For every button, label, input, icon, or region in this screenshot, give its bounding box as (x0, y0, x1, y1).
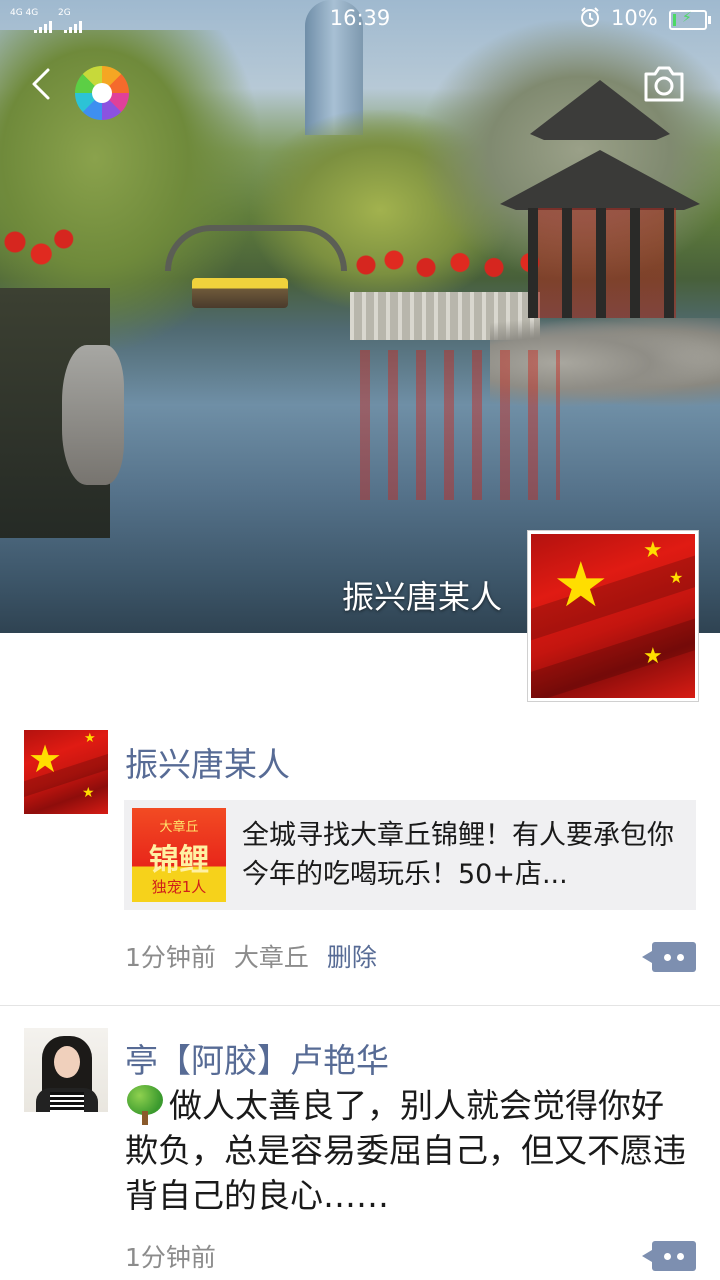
lanterns (350, 240, 550, 290)
charging-icon: ⚡ (682, 10, 692, 26)
garden-stone (62, 345, 124, 485)
status-bar: 4G 4G 2G 16:39 10% ⚡ (0, 0, 720, 38)
post-meta: 1分钟前 (125, 1238, 216, 1274)
bridge (165, 225, 347, 271)
post-meta: 1分钟前 大章丘 删除 (125, 938, 377, 974)
star-icon: ★ (28, 737, 63, 781)
lanterns (0, 218, 75, 278)
thumbnail-title: 锦鲤 (149, 843, 209, 878)
boat (192, 278, 288, 308)
battery-icon: ⚡ (669, 10, 711, 30)
moment-post: 亭【阿胶】卢艳华 做人太善良了，别人就会觉得你好欺负，总是容易委屈自己，但又不愿… (0, 1028, 720, 1280)
dot-icon (664, 954, 671, 961)
thumbnail-caption: 大章丘 (159, 820, 199, 835)
battery-percent: 10% (611, 6, 658, 30)
thumbnail-badge: 独宠1人 (151, 878, 207, 896)
post-time: 1分钟前 (125, 943, 216, 972)
alarm-icon (579, 6, 601, 33)
back-button[interactable] (22, 62, 66, 106)
post-time: 1分钟前 (125, 1243, 216, 1272)
chevron-left-icon (32, 68, 50, 100)
author-name[interactable]: 振兴唐某人 (125, 738, 290, 786)
comment-like-button[interactable] (642, 942, 696, 972)
post-text: 做人太善良了，别人就会觉得你好欺负，总是容易委屈自己，但又不愿违背自己的良心…… (125, 1083, 695, 1218)
comment-like-button[interactable] (642, 1241, 696, 1271)
dot-icon (677, 1253, 684, 1260)
cover-username[interactable]: 振兴唐某人 (342, 572, 502, 618)
camera-button[interactable] (640, 64, 688, 104)
avatar[interactable] (24, 1028, 108, 1112)
pavilion (528, 208, 676, 318)
moment-post: ★ ★ ★ 振兴唐某人 大章丘 锦鲤 独宠1人 全城寻找大章丘锦鲤！有人要承包你… (0, 730, 720, 1006)
dot-icon (677, 954, 684, 961)
post-text-body: 做人太善良了，别人就会觉得你好欺负，总是容易委屈自己，但又不愿违背自己的良心…… (125, 1086, 686, 1215)
battery-fill (673, 14, 676, 26)
tree-icon (125, 1085, 165, 1125)
link-thumbnail: 大章丘 锦鲤 独宠1人 (132, 808, 226, 902)
author-name[interactable]: 亭【阿胶】卢艳华 (125, 1034, 389, 1082)
shutter-icon[interactable] (75, 66, 129, 120)
star-icon: ★ (643, 538, 663, 563)
dot-icon (664, 1253, 671, 1260)
shared-link-card[interactable]: 大章丘 锦鲤 独宠1人 全城寻找大章丘锦鲤！有人要承包你今年的吃喝玩乐！50+店… (124, 800, 696, 910)
link-title: 全城寻找大章丘锦鲤！有人要承包你今年的吃喝玩乐！50+店... (242, 820, 674, 890)
star-icon: ★ (84, 731, 96, 746)
delete-button[interactable]: 删除 (327, 943, 377, 972)
star-icon: ★ (553, 548, 609, 621)
star-icon: ★ (643, 644, 663, 669)
post-location[interactable]: 大章丘 (234, 943, 309, 972)
star-icon: ★ (82, 785, 95, 801)
avatar[interactable]: ★ ★ ★ (24, 730, 108, 814)
camera-icon (644, 66, 684, 102)
star-icon: ★ (669, 568, 684, 587)
lantern-reflection (360, 350, 560, 500)
profile-avatar[interactable]: ★ ★ ★ ★ (528, 531, 698, 701)
